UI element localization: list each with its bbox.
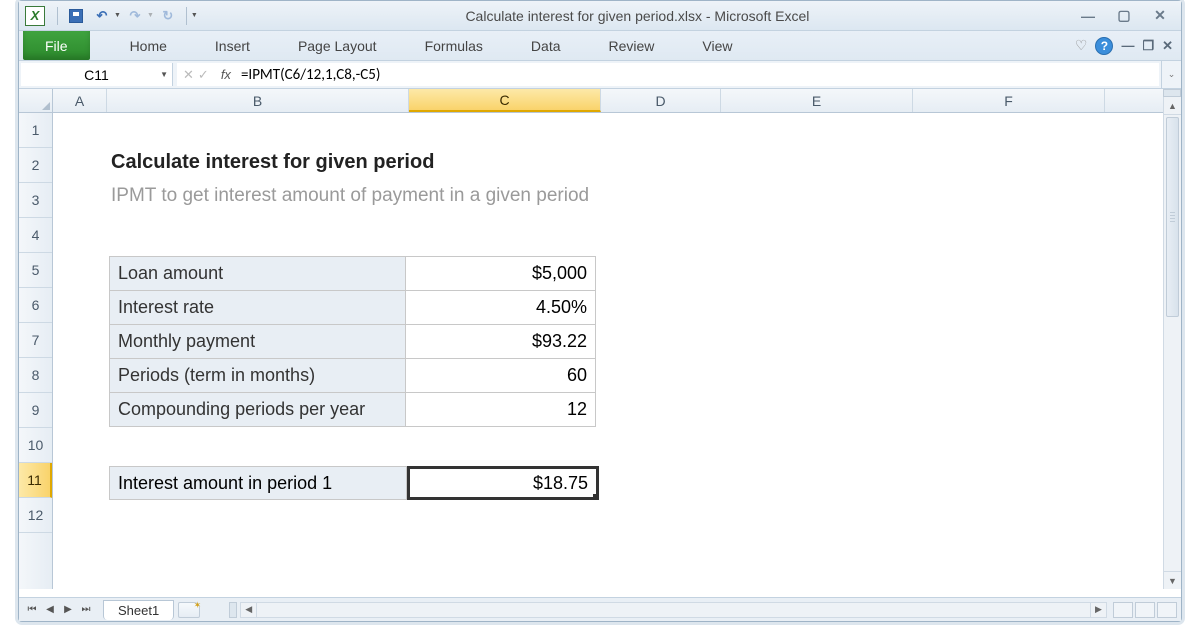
select-all-corner[interactable] (19, 89, 53, 112)
horizontal-scrollbar[interactable]: ◀ ▶ (240, 602, 1107, 618)
cancel-formula-icon: ✕ (183, 67, 194, 83)
vscroll-thumb[interactable] (1166, 117, 1179, 317)
col-header-F[interactable]: F (913, 89, 1105, 112)
save-button[interactable] (64, 5, 88, 27)
row-header-7[interactable]: 7 (19, 323, 52, 358)
row-header-11[interactable]: 11 (19, 463, 52, 498)
undo-dropdown[interactable]: ▼ (114, 12, 121, 19)
name-box[interactable]: ▼ (21, 63, 173, 86)
col-header-A[interactable]: A (53, 89, 107, 112)
scroll-down-icon[interactable]: ▼ (1164, 571, 1181, 589)
page-layout-view-button[interactable] (1135, 602, 1155, 618)
result-label[interactable]: Interest amount in period 1 (109, 466, 407, 500)
data-table: Loan amount$5,000Interest rate4.50%Month… (109, 256, 596, 427)
row-header-3[interactable]: 3 (19, 183, 52, 218)
page-break-view-button[interactable] (1157, 602, 1177, 618)
col-header-B[interactable]: B (107, 89, 409, 112)
sheet-subtitle: IPMT to get interest amount of payment i… (111, 185, 589, 207)
sheet-tab-active[interactable]: Sheet1 (103, 600, 174, 620)
table-value[interactable]: $5,000 (406, 257, 596, 291)
vsplit-handle[interactable] (1163, 89, 1181, 97)
sheet-nav-prev[interactable]: ◀ (41, 601, 59, 619)
excel-app-icon[interactable]: X (25, 6, 45, 26)
table-label[interactable]: Loan amount (110, 257, 406, 291)
table-value[interactable]: $93.22 (406, 325, 596, 359)
workbook-restore[interactable]: ❐ (1142, 38, 1154, 54)
cells-area[interactable]: Calculate interest for given period IPMT… (53, 113, 1163, 589)
quick-access-toolbar: X ↶ ▼ ↷ ▼ ↻ ▼ (25, 5, 198, 27)
workbook-minimize[interactable]: — (1121, 38, 1134, 53)
row-header-8[interactable]: 8 (19, 358, 52, 393)
redo-icon: ↷ (129, 8, 140, 24)
redo-button[interactable]: ↷ (123, 5, 147, 27)
row-header-6[interactable]: 6 (19, 288, 52, 323)
undo-button[interactable]: ↶ (90, 5, 114, 27)
window-title: Calculate interest for given period.xlsx… (198, 8, 1077, 24)
repeat-button[interactable]: ↻ (156, 5, 180, 27)
file-tab[interactable]: File (23, 31, 90, 60)
row-header-5[interactable]: 5 (19, 253, 52, 288)
worksheet-grid[interactable]: ABCDEF 123456789101112 Calculate interes… (19, 89, 1181, 589)
ribbon: File Home Insert Page Layout Formulas Da… (19, 31, 1181, 61)
table-value[interactable]: 4.50% (406, 291, 596, 325)
fx-icon[interactable]: fx (221, 67, 231, 82)
redo-dropdown[interactable]: ▼ (147, 12, 154, 19)
row-header-12[interactable]: 12 (19, 498, 52, 533)
close-button[interactable]: ✕ (1149, 7, 1171, 25)
tab-data[interactable]: Data (507, 31, 585, 60)
formula-input[interactable] (237, 66, 1159, 84)
save-icon (69, 9, 83, 23)
minimize-ribbon-icon[interactable]: ♡ (1075, 37, 1088, 54)
row-header-1[interactable]: 1 (19, 113, 52, 148)
excel-window: X ↶ ▼ ↷ ▼ ↻ ▼ Calculate interest for giv… (18, 0, 1182, 622)
formula-bar: ▼ ✕ ✓ fx ⌄ (19, 61, 1181, 89)
sheet-title: Calculate interest for given period (111, 151, 434, 174)
title-bar: X ↶ ▼ ↷ ▼ ↻ ▼ Calculate interest for giv… (19, 1, 1181, 31)
new-sheet-button[interactable] (178, 602, 200, 618)
workbook-close[interactable]: ✕ (1162, 38, 1173, 54)
tab-formulas[interactable]: Formulas (401, 31, 507, 60)
sheet-tab-bar: ⏮ ◀ ▶ ⏭ Sheet1 ◀ ▶ (19, 597, 1181, 621)
tab-home[interactable]: Home (106, 31, 191, 60)
sheet-nav-next[interactable]: ▶ (59, 601, 77, 619)
table-value[interactable]: 12 (406, 393, 596, 427)
undo-icon: ↶ (97, 8, 108, 24)
row-header-10[interactable]: 10 (19, 428, 52, 463)
sheet-nav-last[interactable]: ⏭ (77, 601, 95, 619)
qat-customize[interactable]: ▼ (191, 12, 198, 19)
col-header-C[interactable]: C (409, 89, 601, 112)
tab-review[interactable]: Review (585, 31, 679, 60)
row-header-4[interactable]: 4 (19, 218, 52, 253)
hsplit-handle[interactable] (229, 602, 237, 618)
tab-page-layout[interactable]: Page Layout (274, 31, 401, 60)
row-header-9[interactable]: 9 (19, 393, 52, 428)
table-label[interactable]: Compounding periods per year (110, 393, 406, 427)
expand-formula-bar[interactable]: ⌄ (1161, 61, 1181, 88)
scroll-left-icon[interactable]: ◀ (241, 603, 257, 617)
repeat-icon: ↻ (162, 8, 173, 24)
maximize-button[interactable]: ▢ (1113, 7, 1135, 25)
sheet-nav-first[interactable]: ⏮ (23, 601, 41, 619)
row-header-2[interactable]: 2 (19, 148, 52, 183)
table-label[interactable]: Monthly payment (110, 325, 406, 359)
name-box-dropdown-icon[interactable]: ▼ (160, 70, 168, 79)
active-cell[interactable]: $18.75 (407, 466, 599, 500)
col-header-E[interactable]: E (721, 89, 913, 112)
tab-insert[interactable]: Insert (191, 31, 274, 60)
minimize-button[interactable]: — (1077, 7, 1099, 25)
vertical-scrollbar[interactable]: ▲ ▼ (1163, 89, 1181, 589)
tab-view[interactable]: View (678, 31, 756, 60)
table-value[interactable]: 60 (406, 359, 596, 393)
table-label[interactable]: Interest rate (110, 291, 406, 325)
normal-view-button[interactable] (1113, 602, 1133, 618)
help-icon[interactable]: ? (1095, 37, 1113, 55)
col-header-D[interactable]: D (601, 89, 721, 112)
scroll-up-icon[interactable]: ▲ (1164, 97, 1181, 115)
scroll-right-icon[interactable]: ▶ (1090, 603, 1106, 617)
enter-formula-icon: ✓ (198, 67, 209, 83)
table-label[interactable]: Periods (term in months) (110, 359, 406, 393)
name-box-input[interactable] (21, 67, 172, 83)
